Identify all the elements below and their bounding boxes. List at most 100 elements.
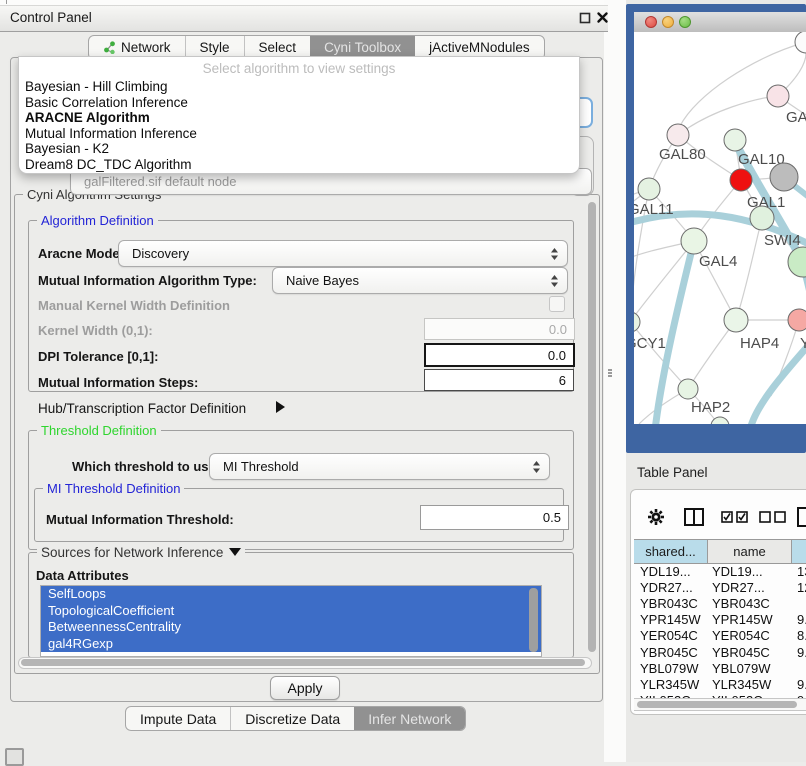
table-cell: YPR145W — [708, 612, 792, 627]
mi-threshold-title: MI Threshold Definition — [43, 481, 184, 496]
network-node[interactable] — [788, 309, 806, 331]
algorithm-item[interactable]: Dream8 DC_TDC Algorithm — [25, 157, 573, 173]
network-node[interactable] — [638, 178, 660, 200]
table-body: YDL19...YDL19...13YDR27...YDR27...12YBR0… — [634, 563, 806, 698]
table-cell: YBL079W — [634, 661, 708, 676]
table-row[interactable]: YBR045CYBR045C9. — [634, 644, 806, 660]
table-hscroll-thumb[interactable] — [637, 701, 797, 708]
aracne-mode-combo[interactable]: Discovery — [118, 240, 568, 267]
tab-impute-data[interactable]: Impute Data — [126, 707, 230, 730]
network-node[interactable] — [634, 312, 640, 332]
split-columns-icon[interactable] — [684, 508, 704, 526]
gear-icon[interactable] — [647, 508, 665, 526]
network-node[interactable] — [750, 206, 774, 230]
document-icon[interactable] — [796, 507, 806, 527]
algorithm-item[interactable]: Basic Correlation Inference — [25, 95, 573, 111]
table-cell: 12 — [792, 580, 806, 595]
stepper-icon — [550, 247, 559, 261]
node-label: GAL80 — [659, 146, 706, 163]
network-node[interactable] — [788, 247, 806, 277]
network-node[interactable] — [724, 129, 746, 151]
table-cell: 13 — [792, 564, 806, 579]
column-header-shared[interactable]: shared... — [634, 540, 708, 563]
algorithm-item[interactable]: Bayesian - K2 — [25, 141, 573, 157]
table-row[interactable]: YER054CYER054C8. — [634, 628, 806, 644]
algorithm-dropdown: Select algorithm to view settings Bayesi… — [18, 56, 580, 174]
column-header-partial[interactable] — [792, 540, 806, 563]
collapsed-panel-icon[interactable] — [5, 748, 24, 766]
table-cell: YPR145W — [634, 612, 708, 627]
network-node[interactable] — [770, 163, 798, 191]
algorithm-item[interactable]: ARACNE Algorithm — [25, 110, 573, 126]
listbox-scrollbar[interactable] — [529, 588, 538, 652]
kernel-width-field[interactable]: 0.0 — [424, 318, 575, 340]
algorithm-item[interactable]: Bayesian - Hill Climbing — [25, 79, 573, 95]
network-window-titlebar[interactable] — [634, 12, 806, 33]
settings-hscroll-thumb[interactable] — [21, 659, 585, 666]
panel-divider[interactable] — [604, 0, 626, 762]
data-attributes-label: Data Attributes — [36, 568, 129, 583]
attribute-list-item[interactable]: gal4RGexp — [41, 636, 541, 653]
dpi-tolerance-field[interactable]: 0.0 — [424, 343, 575, 367]
network-node[interactable] — [795, 32, 806, 53]
node-label: GAL — [786, 109, 806, 126]
attribute-list-item[interactable]: SelfLoops — [41, 586, 541, 603]
settings-vscrollbar[interactable] — [586, 198, 597, 668]
algorithm-item[interactable]: Mutual Information Inference — [25, 126, 573, 142]
network-node[interactable] — [767, 85, 789, 107]
aracne-mode-label: Aracne Mode: — [38, 246, 124, 261]
tab-infer-network[interactable]: Infer Network — [354, 707, 465, 730]
select-all-checks-icon[interactable] — [721, 511, 749, 523]
node-label: GCY1 — [634, 335, 666, 352]
float-icon[interactable] — [579, 12, 591, 24]
attribute-list-item[interactable]: TopologicalCoefficient — [41, 603, 541, 620]
collapse-arrow-icon — [229, 548, 241, 556]
table-row[interactable]: YBL079WYBL079W — [634, 660, 806, 676]
manual-kernel-checkbox[interactable] — [549, 296, 565, 312]
node-label: GAL11 — [634, 201, 674, 218]
network-view[interactable]: GALGAL80GAL10GAL1GAL11SWI4GAL4GCY1HAP4YH… — [634, 32, 806, 424]
close-icon[interactable] — [596, 11, 609, 24]
node-label: HAP2 — [691, 399, 730, 416]
table-row[interactable]: YDL19...YDL19...13 — [634, 563, 806, 579]
mi-type-combo[interactable]: Naive Bayes — [272, 267, 568, 294]
splitter-tick — [6, 0, 7, 4]
close-traffic-light[interactable] — [645, 16, 657, 28]
node-label: Y — [800, 335, 806, 352]
network-node[interactable] — [678, 379, 698, 399]
tab-discretize-data[interactable]: Discretize Data — [230, 707, 354, 730]
table-cell: 9. — [792, 612, 806, 627]
sources-title[interactable]: Sources for Network Inference — [37, 545, 245, 560]
table-row[interactable]: YBR043CYBR043C — [634, 595, 806, 611]
zoom-traffic-light[interactable] — [679, 16, 691, 28]
threshold-title: Threshold Definition — [37, 423, 161, 438]
deselect-all-checks-icon[interactable] — [759, 511, 787, 523]
settings-vscroll-thumb[interactable] — [588, 202, 596, 652]
table-row[interactable]: YPR145WYPR145W9. — [634, 612, 806, 628]
table-cell: YBR043C — [634, 596, 708, 611]
mi-threshold-label: Mutual Information Threshold: — [46, 512, 234, 527]
expander-arrow-icon[interactable] — [276, 401, 285, 413]
mi-threshold-field[interactable]: 0.5 — [420, 505, 569, 530]
manual-kernel-label: Manual Kernel Width Definition — [38, 298, 230, 313]
kernel-width-label: Kernel Width (0,1): — [38, 323, 153, 338]
network-node[interactable] — [730, 169, 752, 191]
which-threshold-combo[interactable]: MI Threshold — [209, 453, 550, 480]
table-row[interactable]: YDR27...YDR27...12 — [634, 579, 806, 595]
network-node[interactable] — [724, 308, 748, 332]
table-hscrollbar[interactable] — [634, 698, 806, 711]
column-header-name[interactable]: name — [708, 540, 792, 563]
table-cell: YBR045C — [708, 645, 792, 660]
table-cell: 8. — [792, 628, 806, 643]
mi-steps-field[interactable]: 6 — [424, 369, 574, 391]
network-node[interactable] — [667, 124, 689, 146]
apply-button[interactable]: Apply — [270, 676, 340, 700]
node-label: HAP4 — [740, 335, 779, 352]
table-row[interactable]: YLR345WYLR345W9. — [634, 676, 806, 692]
divider-grip[interactable] — [608, 368, 614, 378]
network-node[interactable] — [681, 228, 707, 254]
attribute-list-item[interactable]: BetweennessCentrality — [41, 619, 541, 636]
control-panel-title: Control Panel — [10, 10, 92, 25]
settings-hscrollbar[interactable] — [18, 657, 592, 669]
minimize-traffic-light[interactable] — [662, 16, 674, 28]
